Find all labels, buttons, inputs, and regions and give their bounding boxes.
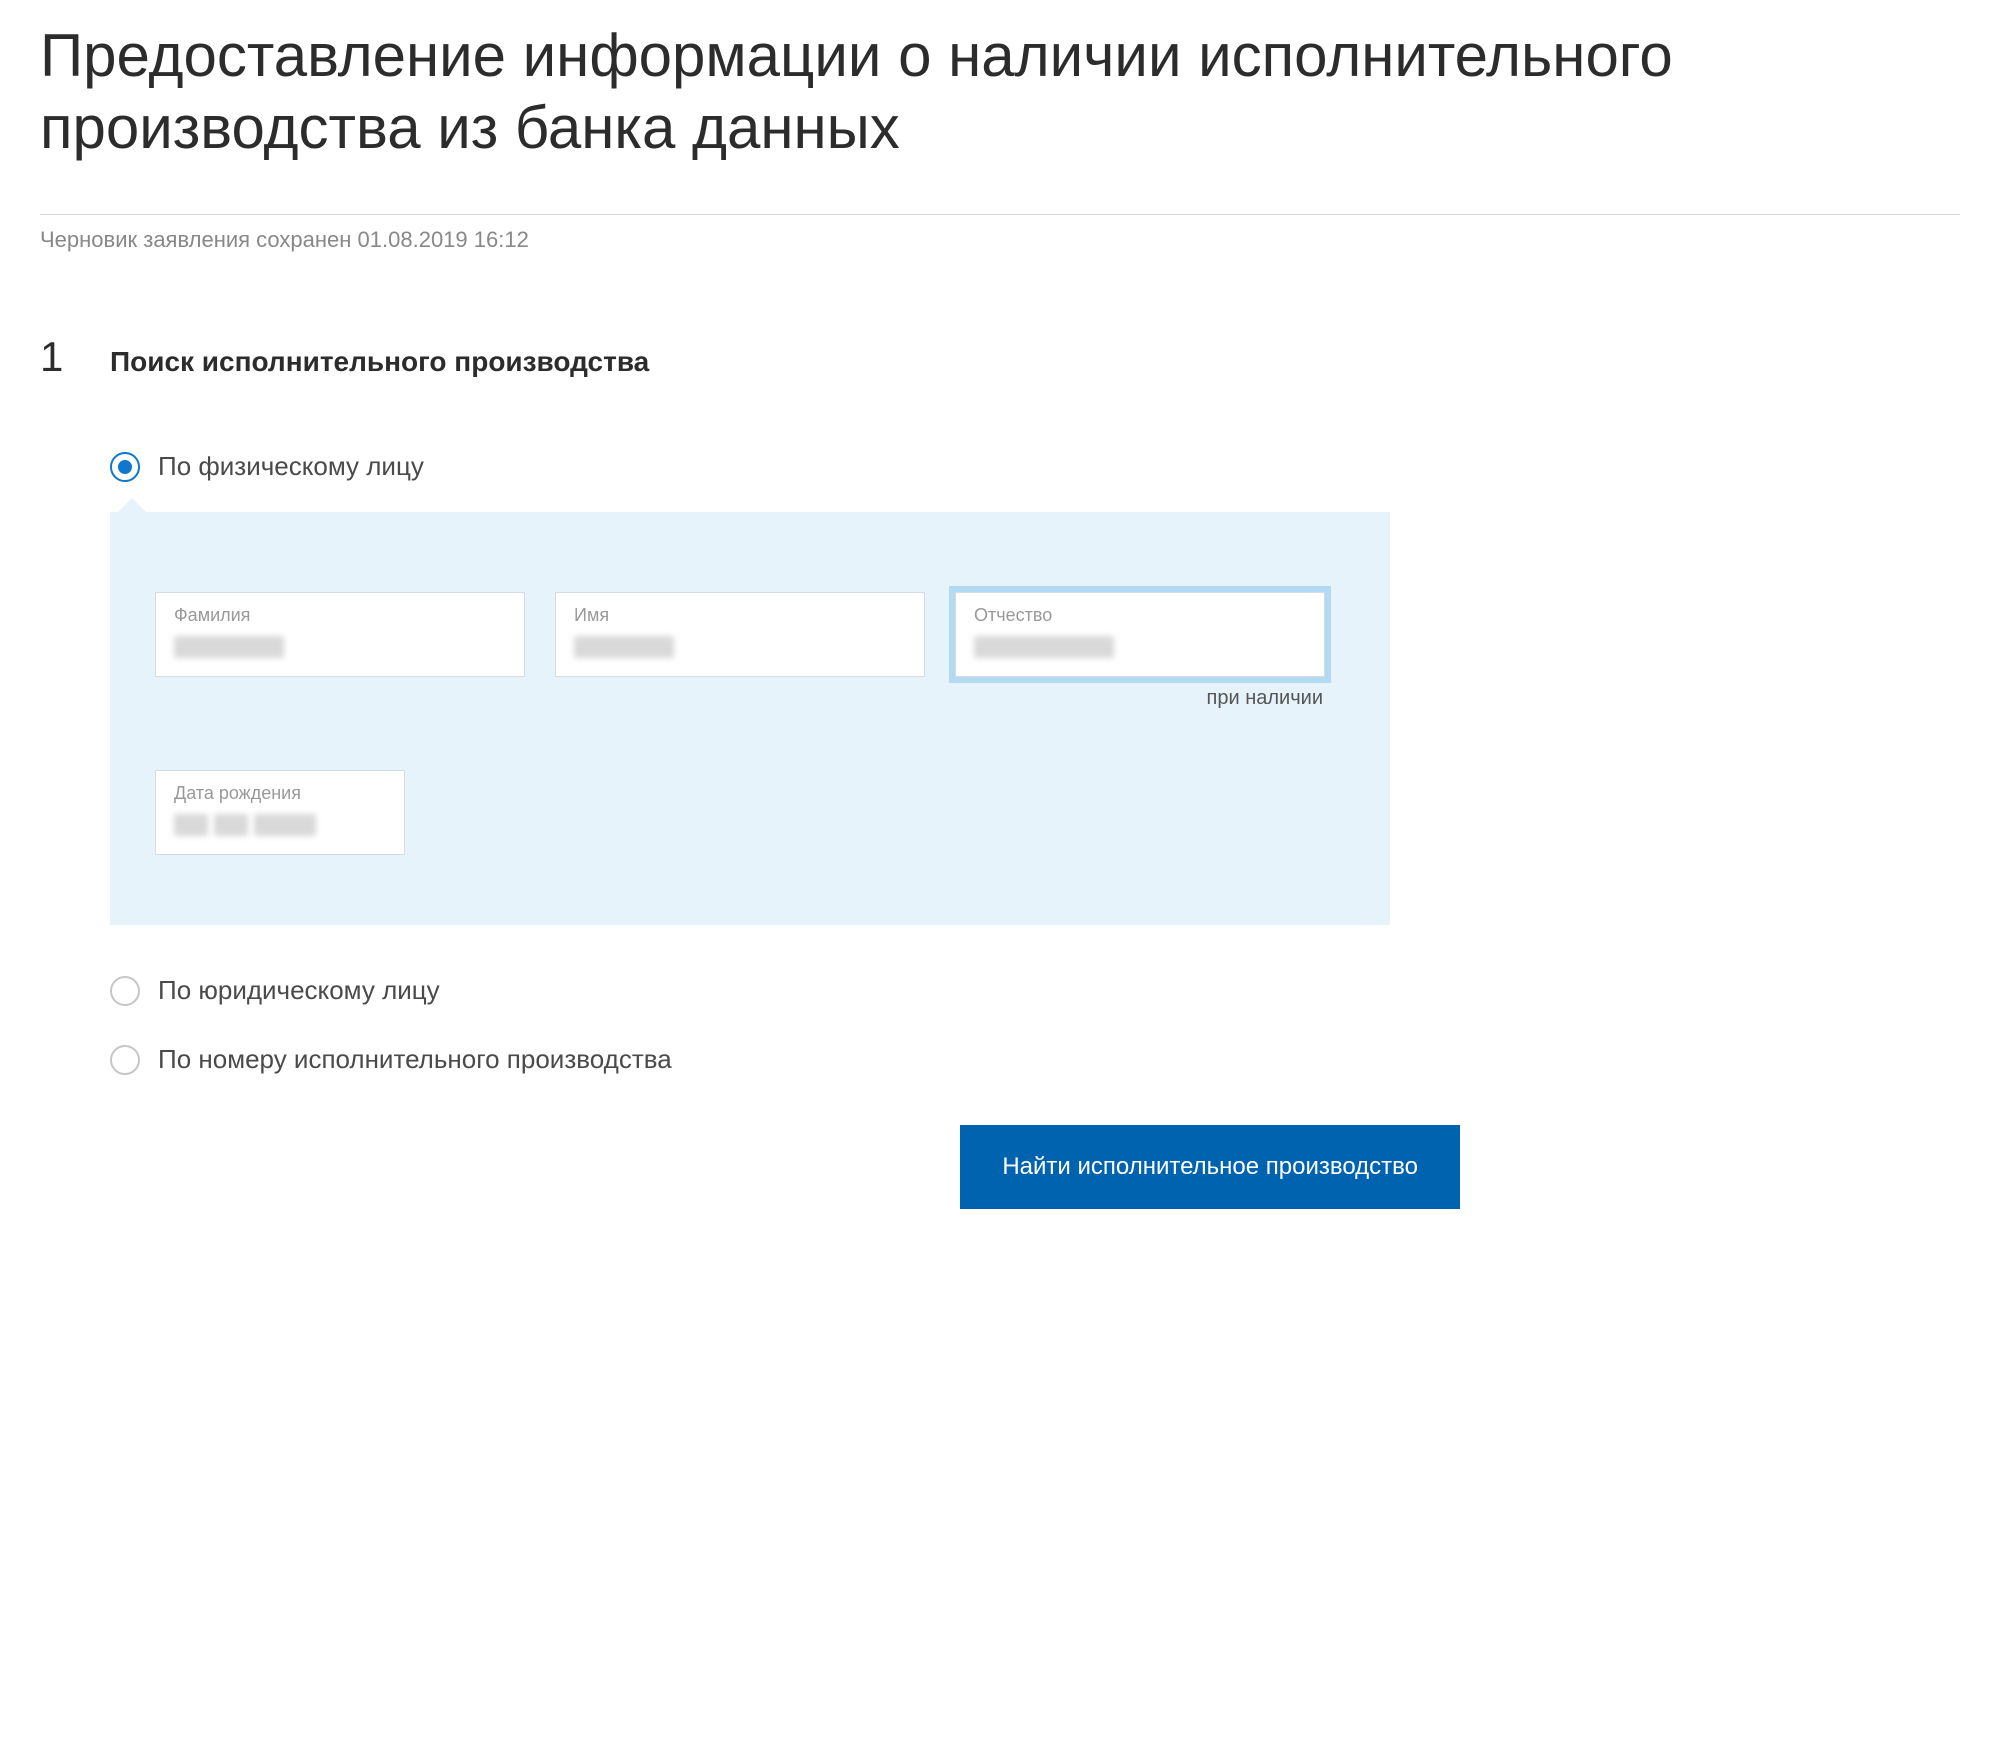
radio-label: По физическому лицу	[158, 451, 424, 482]
patronymic-label: Отчество	[974, 605, 1306, 626]
radio-icon	[110, 976, 140, 1006]
surname-label: Фамилия	[174, 605, 506, 626]
dob-field[interactable]: Дата рождения	[155, 770, 405, 855]
radio-label: По юридическому лицу	[158, 975, 440, 1006]
patronymic-value	[974, 634, 1306, 660]
individual-panel: Фамилия Имя	[110, 512, 1960, 925]
radio-icon	[110, 452, 140, 482]
patronymic-hint: при наличии	[955, 687, 1325, 710]
find-button[interactable]: Найти исполнительное производство	[960, 1125, 1460, 1209]
radio-label: По номеру исполнительного производства	[158, 1044, 672, 1075]
step-number: 1	[40, 333, 110, 381]
radio-individual[interactable]: По физическому лицу	[110, 451, 1960, 482]
step-header: 1 Поиск исполнительного производства	[40, 333, 1960, 381]
name-field[interactable]: Имя	[555, 592, 925, 677]
dob-value	[174, 812, 386, 838]
page-title: Предоставление информации о наличии испо…	[40, 20, 1960, 164]
draft-status: Черновик заявления сохранен 01.08.2019 1…	[40, 215, 1960, 253]
name-label: Имя	[574, 605, 906, 626]
surname-field[interactable]: Фамилия	[155, 592, 525, 677]
radio-icon	[110, 1045, 140, 1075]
step-title: Поиск исполнительного производства	[110, 346, 649, 378]
radio-legal[interactable]: По юридическому лицу	[110, 975, 1960, 1006]
radio-by-number[interactable]: По номеру исполнительного производства	[110, 1044, 1960, 1075]
surname-value	[174, 634, 506, 660]
name-value	[574, 634, 906, 660]
patronymic-field[interactable]: Отчество	[955, 592, 1325, 677]
form-area: По физическому лицу Фамилия Имя	[110, 451, 1960, 1209]
dob-label: Дата рождения	[174, 783, 386, 804]
